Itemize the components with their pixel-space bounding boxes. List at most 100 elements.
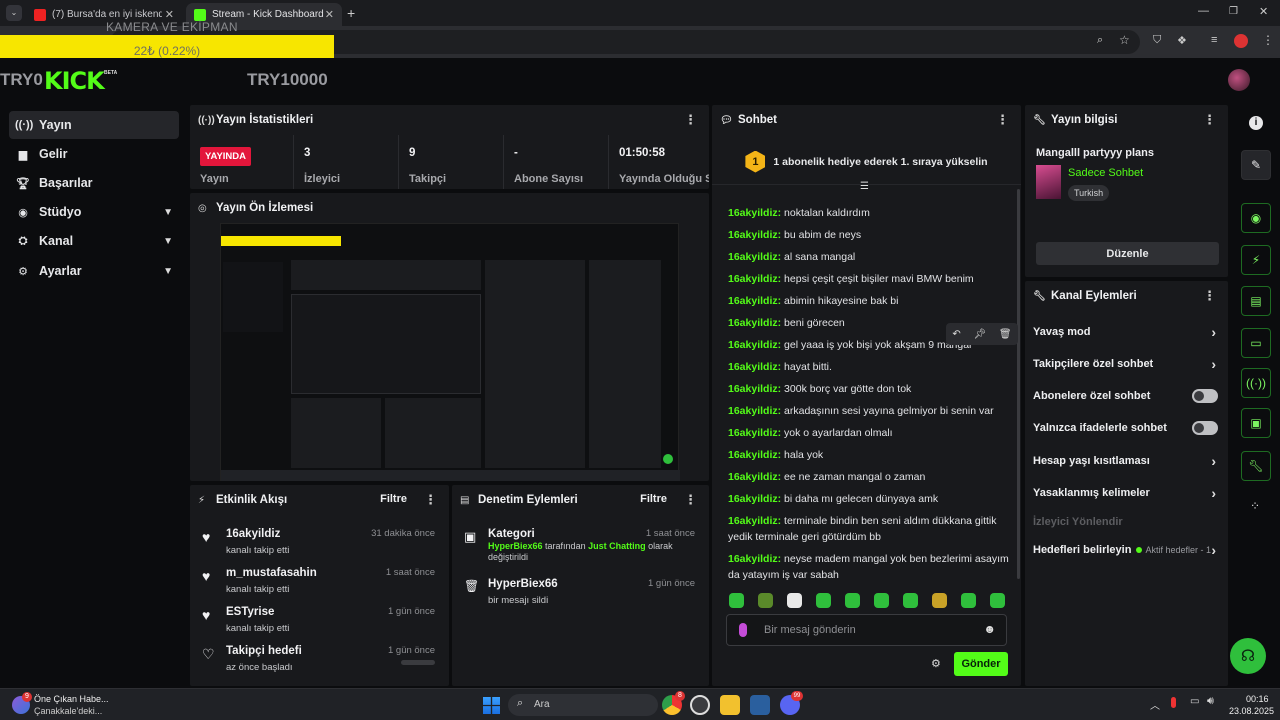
pin-icon[interactable]: 📌︎	[973, 329, 986, 340]
help-chat-button[interactable]: ☊	[1230, 638, 1266, 674]
chat-message[interactable]: 16akyildiz: al sana mangal	[728, 249, 1018, 265]
windows-start-icon[interactable]	[483, 697, 500, 714]
collapse-pinned-icon[interactable]: ☰	[860, 181, 869, 192]
chat-message[interactable]: 16akyildiz: 300k borç var götte don tok	[728, 381, 1018, 397]
filter-button[interactable]: Filtre	[380, 493, 407, 505]
more-options-icon[interactable]: ⋮	[684, 492, 697, 508]
network-icon[interactable]: ▭	[1190, 696, 1199, 707]
chat-message[interactable]: 16akyildiz: yok o ayarlardan olmalı	[728, 425, 1018, 441]
kick-logo[interactable]: KICK	[44, 67, 105, 95]
notes-icon[interactable]: ▤	[1241, 286, 1271, 316]
activity-name[interactable]: m_mustafasahin	[226, 567, 317, 579]
news-widget[interactable]: 9 Öne Çıkan Habe... Çanakkale'deki...	[10, 692, 130, 718]
extension-shield-icon[interactable]: ⛉	[1153, 34, 1161, 47]
profile-avatar[interactable]	[1234, 34, 1248, 48]
file-explorer-icon[interactable]	[720, 695, 740, 715]
chat-username[interactable]: 16akyildiz	[728, 207, 778, 219]
chat-username[interactable]: 16akyildiz	[728, 251, 778, 263]
chat-username[interactable]: 16akyildiz	[728, 427, 778, 439]
info-icon[interactable]: i	[1249, 116, 1263, 130]
sidebar-item-kanal[interactable]: ⛭ Kanal ▼	[9, 227, 179, 255]
more-options-icon[interactable]: ⋮	[684, 112, 697, 128]
emote-icon[interactable]	[729, 593, 744, 608]
edit-pencil-icon[interactable]: ✎	[1241, 150, 1271, 180]
reply-icon[interactable]: ↶	[952, 329, 960, 340]
close-window-button[interactable]: ✕	[1259, 5, 1268, 18]
filter-button[interactable]: Filtre	[640, 493, 667, 505]
delete-icon[interactable]: 🗑︎	[999, 329, 1012, 340]
chat-username[interactable]: 16akyildiz	[728, 295, 778, 307]
sidebar-item-yayin[interactable]: ((·)) Yayın	[9, 111, 179, 139]
chat-username[interactable]: 16akyildiz	[728, 553, 778, 565]
bookmark-star-icon[interactable]: ☆	[1119, 33, 1130, 47]
volume-icon[interactable]: 🔊︎	[1207, 695, 1214, 708]
chat-username[interactable]: 16akyildiz	[728, 273, 778, 285]
tray-chevron-icon[interactable]: ︿	[1150, 697, 1160, 712]
action-slow-mode[interactable]: Yavaş mod ›	[1033, 318, 1220, 346]
send-button[interactable]: Gönder	[954, 652, 1008, 676]
emote-icon[interactable]	[874, 593, 889, 608]
more-options-icon[interactable]: ⋮	[1203, 112, 1216, 128]
chat-username[interactable]: 16akyildiz	[728, 471, 778, 483]
chat-settings-icon[interactable]: ⚙	[931, 657, 941, 670]
sidebar-item-ayarlar[interactable]: ⚙ Ayarlar ▼	[9, 257, 179, 285]
emote-icon[interactable]	[961, 593, 976, 608]
chat-message[interactable]: 16akyildiz: noktalan kaldırdım	[728, 205, 1018, 221]
chat-message[interactable]: 16akyildiz: hala yok	[728, 447, 1018, 463]
chat-message[interactable]: 16akyildiz: terminale bindin ben seni al…	[728, 513, 1018, 545]
stream-video-preview[interactable]	[220, 223, 680, 481]
pinned-leaderboard[interactable]: 1 1 abonelik hediye ederek 1. sıraya yük…	[712, 139, 1021, 185]
chat-username[interactable]: 16akyildiz	[728, 339, 778, 351]
user-avatar[interactable]	[1228, 69, 1250, 91]
clock-date[interactable]: 23.08.2025	[1229, 706, 1274, 716]
microphone-icon[interactable]	[739, 623, 747, 637]
apps-icon[interactable]: ⁘	[1250, 499, 1260, 513]
action-followers-only[interactable]: Takipçilere özel sohbet ›	[1033, 350, 1220, 378]
sidebar-item-studyo[interactable]: ◉ Stüdyo ▼	[9, 198, 179, 226]
chat-message[interactable]: 16akyildiz: bi daha mı gelecen dünyaya a…	[728, 491, 1018, 507]
emote-icon[interactable]	[758, 593, 773, 608]
wrench-icon[interactable]: 🔧︎	[1241, 451, 1271, 481]
zoom-icon[interactable]: ⌕	[1097, 34, 1103, 47]
taskbar-search[interactable]: ⌕ Ara	[508, 694, 658, 716]
sidebar-item-gelir[interactable]: ▆ Gelir	[9, 140, 179, 168]
chat-username[interactable]: 16akyildiz	[728, 449, 778, 461]
chat-username[interactable]: 16akyildiz	[728, 383, 778, 395]
category-name[interactable]: Sadece Sohbet	[1068, 167, 1143, 179]
edit-button[interactable]: Düzenle	[1036, 242, 1219, 265]
action-set-goals[interactable]: Hedefleri belirleyin Aktif hedefler - 1 ›	[1033, 536, 1220, 564]
media-controls-icon[interactable]: ≡	[1211, 34, 1217, 46]
close-tab-icon[interactable]: ✕	[325, 8, 334, 21]
more-options-icon[interactable]: ⋮	[996, 112, 1009, 128]
emote-icon[interactable]	[816, 593, 831, 608]
chat-username[interactable]: 16akyildiz	[728, 405, 778, 417]
more-options-icon[interactable]: ⋮	[1203, 288, 1216, 304]
sidebar-item-basarilar[interactable]: 🏆︎ Başarılar	[9, 169, 179, 197]
chat-message[interactable]: 16akyildiz: abimin hikayesine bak bi	[728, 293, 1018, 309]
maximize-button[interactable]: ❐	[1229, 6, 1238, 17]
new-tab-button[interactable]: +	[347, 5, 355, 21]
microphone-tray-icon[interactable]	[1171, 697, 1176, 708]
emote-icon[interactable]	[932, 593, 947, 608]
emote-only-toggle[interactable]	[1192, 421, 1218, 435]
subscribers-only-toggle[interactable]	[1192, 389, 1218, 403]
emote-icon[interactable]	[845, 593, 860, 608]
emoji-picker-icon[interactable]: ☻	[983, 622, 996, 636]
emote-icon[interactable]	[787, 593, 802, 608]
chat-message[interactable]: 16akyildiz: arkadaşının sesi yayına gelm…	[728, 403, 1018, 419]
moderation-user[interactable]: HyperBiex66	[488, 541, 543, 551]
tab-search-button[interactable]: ⌄	[6, 5, 22, 21]
chat-input[interactable]: Bir mesaj gönderin ☻	[726, 614, 1007, 646]
chat-username[interactable]: 16akyildiz	[728, 515, 778, 527]
moderation-target[interactable]: Just Chatting	[588, 541, 646, 551]
chat-message[interactable]: 16akyildiz: bu abim de neys	[728, 227, 1018, 243]
moderation-title[interactable]: HyperBiex66	[488, 578, 558, 590]
chat-message[interactable]: 16akyildiz: hepsi çeşit çeşit bişiler ma…	[728, 271, 1018, 287]
window-icon[interactable]: ▣	[1241, 408, 1271, 438]
lightning-icon[interactable]: ⚡︎	[1241, 245, 1271, 275]
browser-menu-icon[interactable]: ⋮	[1262, 33, 1274, 47]
extensions-icon[interactable]: ❖	[1177, 34, 1187, 47]
obs-icon[interactable]	[690, 695, 710, 715]
chat-message[interactable]: 16akyildiz: neyse madem mangal yok ben b…	[728, 551, 1018, 583]
activity-name[interactable]: ESTyrise	[226, 606, 274, 618]
